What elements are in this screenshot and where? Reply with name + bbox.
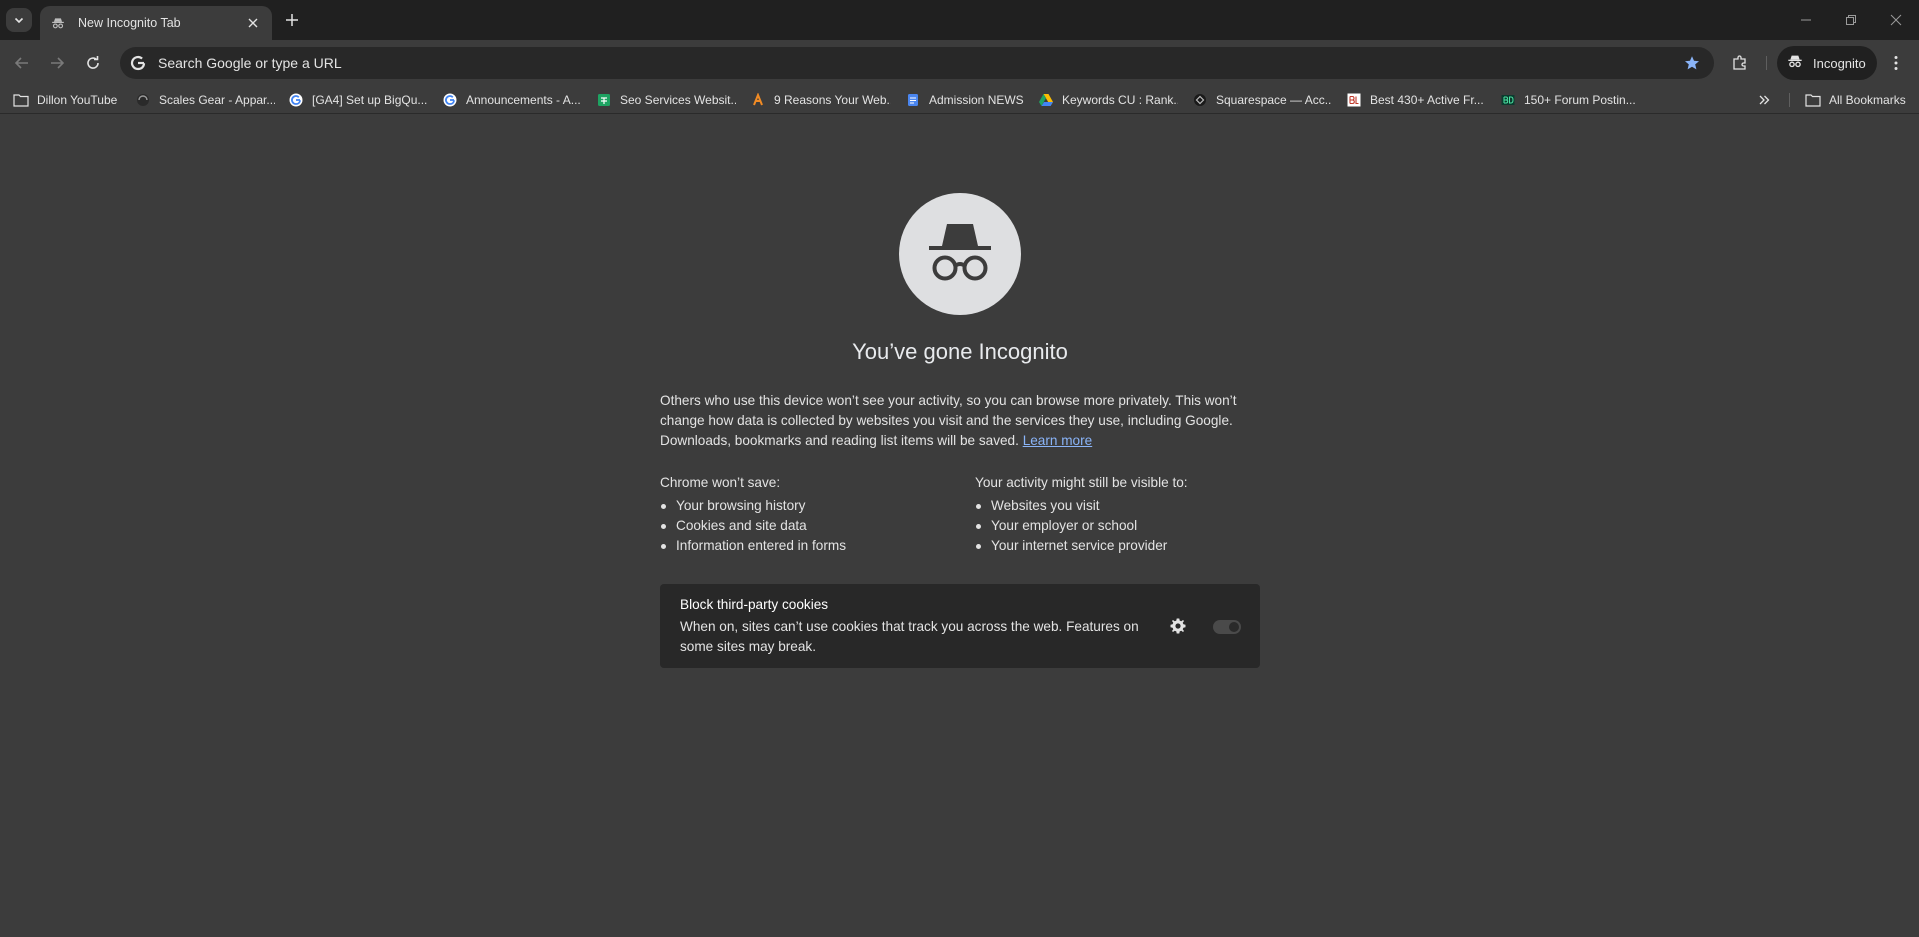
- bookmark-label: [GA4] Set up BigQu...: [312, 93, 428, 107]
- list-item: Your browsing history: [660, 496, 960, 516]
- double-chevron-right-icon: [1759, 95, 1770, 105]
- bookmark-item[interactable]: Seo Services Websit...: [592, 88, 736, 112]
- bookmark-item[interactable]: Keywords CU : Rank...: [1034, 88, 1178, 112]
- back-button[interactable]: [8, 49, 36, 77]
- bookmark-label: 9 Reasons Your Web...: [774, 93, 891, 107]
- plus-icon: [286, 14, 298, 26]
- bookmark-item[interactable]: Squarespace — Acc...: [1188, 88, 1332, 112]
- new-tab-button[interactable]: [280, 8, 304, 32]
- bookmark-label: 150+ Forum Postin...: [1524, 93, 1636, 107]
- title-bar: New Incognito Tab: [0, 0, 1919, 40]
- restore-button[interactable]: [1831, 6, 1871, 34]
- omnibox[interactable]: Search Google or type a URL: [120, 47, 1714, 79]
- reload-icon: [87, 56, 99, 69]
- folder-icon: [13, 92, 29, 108]
- extensions-button[interactable]: [1726, 49, 1754, 77]
- bookmark-item[interactable]: 150+ Forum Postin...: [1496, 88, 1640, 112]
- close-icon[interactable]: [244, 14, 262, 32]
- wont-save-heading: Chrome won’t save:: [660, 475, 781, 490]
- learn-more-link[interactable]: Learn more: [1023, 433, 1093, 448]
- bookmark-item[interactable]: [GA4] Set up BigQu...: [284, 88, 428, 112]
- bookmarks-divider: [1789, 93, 1790, 107]
- toolbar: Search Google or type a URL Incognito: [0, 40, 1919, 86]
- restore-icon: [1846, 15, 1856, 25]
- bookmark-item[interactable]: Dillon YouTube: [9, 88, 125, 112]
- docs-icon: [905, 92, 921, 108]
- minimize-icon: [1801, 19, 1811, 21]
- incognito-icon: [1787, 53, 1803, 74]
- incognito-profile-button[interactable]: Incognito: [1777, 46, 1877, 80]
- still-visible-list: Websites you visit Your employer or scho…: [975, 496, 1275, 556]
- bl-icon: [1346, 92, 1362, 108]
- incognito-icon: [899, 193, 1021, 315]
- minimize-button[interactable]: [1786, 6, 1826, 34]
- all-bookmarks-button[interactable]: All Bookmarks: [1801, 88, 1913, 112]
- cookie-card-title: Block third-party cookies: [680, 597, 829, 612]
- window-close-icon: [1890, 14, 1902, 26]
- cookie-card-description: When on, sites can’t use cookies that tr…: [680, 619, 1139, 654]
- bookmarks-overflow-button[interactable]: [1752, 90, 1776, 110]
- list-item: Information entered in forms: [660, 536, 960, 556]
- tab-title: New Incognito Tab: [78, 16, 181, 30]
- bookmark-item[interactable]: 9 Reasons Your Web...: [746, 88, 891, 112]
- list-item: Your employer or school: [975, 516, 1275, 536]
- still-visible-section: Your activity might still be visible to:…: [975, 475, 1275, 556]
- bookmark-label: Admission NEWS: [929, 93, 1024, 107]
- bd-icon: [1500, 92, 1516, 108]
- bookmark-label: Dillon YouTube: [37, 93, 118, 107]
- cookie-controls-card: Block third-party cookies When on, sites…: [660, 584, 1260, 668]
- list-item: Websites you visit: [975, 496, 1275, 516]
- all-bookmarks-label: All Bookmarks: [1829, 93, 1906, 107]
- google-g-icon: [442, 92, 458, 108]
- squarespace-icon: [1192, 92, 1208, 108]
- chevron-down-icon: [14, 17, 24, 24]
- sheets-icon: [596, 92, 612, 108]
- google-g-icon: [128, 53, 148, 73]
- menu-button[interactable]: [1882, 49, 1910, 77]
- arrow-left-icon: [14, 57, 28, 69]
- bookmark-label: Seo Services Websit...: [620, 93, 736, 107]
- list-item: Cookies and site data: [660, 516, 960, 536]
- google-g-icon: [288, 92, 304, 108]
- arrow-right-icon: [51, 57, 65, 69]
- wont-save-list: Your browsing history Cookies and site d…: [660, 496, 960, 556]
- bookmark-label: Keywords CU : Rank...: [1062, 93, 1178, 107]
- window-close-button[interactable]: [1876, 6, 1916, 34]
- forward-button[interactable]: [43, 49, 71, 77]
- bookmark-item[interactable]: Scales Gear - Appar...: [131, 88, 275, 112]
- incognito-new-tab-page: You’ve gone Incognito Others who use thi…: [0, 115, 1919, 937]
- wont-save-section: Chrome won’t save: Your browsing history…: [660, 475, 960, 556]
- folder-icon: [1805, 92, 1821, 108]
- incognito-description: Others who use this device won’t see you…: [660, 391, 1265, 451]
- omnibox-placeholder: Search Google or type a URL: [158, 55, 342, 71]
- tab-search-button[interactable]: [6, 8, 32, 32]
- block-cookies-toggle[interactable]: [1213, 620, 1241, 634]
- kebab-menu-icon: [1894, 56, 1898, 70]
- bookmark-label: Scales Gear - Appar...: [159, 93, 275, 107]
- toggle-knob: [1229, 622, 1239, 632]
- incognito-icon: [50, 15, 66, 31]
- page-title: You’ve gone Incognito: [852, 339, 1068, 364]
- bookmark-label: Squarespace — Acc...: [1216, 93, 1332, 107]
- scales-icon: [135, 92, 151, 108]
- gear-icon[interactable]: [1168, 616, 1188, 636]
- a-letter-icon: [750, 92, 766, 108]
- incognito-label: Incognito: [1813, 55, 1866, 71]
- list-item: Your internet service provider: [975, 536, 1275, 556]
- bookmark-label: Announcements - A...: [466, 93, 581, 107]
- bookmark-label: Best 430+ Active Fr...: [1370, 93, 1484, 107]
- still-visible-heading: Your activity might still be visible to:: [975, 475, 1188, 490]
- star-icon[interactable]: [1678, 49, 1706, 77]
- drive-icon: [1038, 92, 1054, 108]
- bookmarks-bar: Dillon YouTube Scales Gear - Appar... [G…: [0, 86, 1919, 114]
- bookmark-item[interactable]: Announcements - A...: [438, 88, 582, 112]
- bookmark-item[interactable]: Admission NEWS: [901, 88, 1025, 112]
- puzzle-icon: [1733, 55, 1746, 70]
- bookmark-item[interactable]: Best 430+ Active Fr...: [1342, 88, 1486, 112]
- description-text: Others who use this device won’t see you…: [660, 393, 1237, 448]
- reload-button[interactable]: [79, 49, 107, 77]
- tab-new-incognito[interactable]: New Incognito Tab: [40, 6, 272, 40]
- toolbar-divider: [1766, 56, 1767, 70]
